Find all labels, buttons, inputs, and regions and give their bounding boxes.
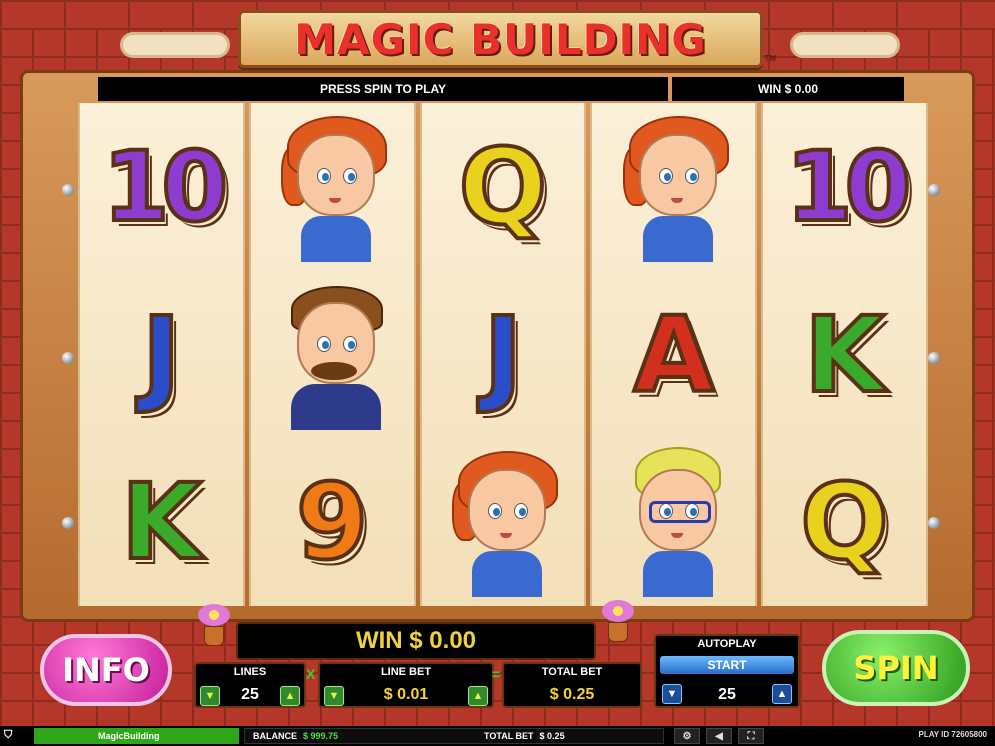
symbol-k: K [119,461,204,584]
symbol-cell: 10 [763,103,926,271]
lines-label: LINES [233,666,267,678]
line-bet-control: LINE BET ▼ $ 0.01 ▲ [318,662,494,708]
symbol-q: Q [457,125,549,248]
girl-character-symbol [609,112,739,262]
flower-pot-icon [194,604,234,648]
symbol-cell [251,271,414,439]
lines-control: LINES ▼ 25 ▲ [194,662,306,708]
boy-character-symbol [609,447,739,598]
trademark-mark: TM [764,54,776,63]
symbol-cell: 10 [80,103,243,271]
multiply-operator: X [306,666,316,682]
play-id: PLAY ID 72605800 [918,730,988,739]
symbol-cell: K [80,438,243,606]
bolt-icon [62,184,74,196]
autoplay-start-button[interactable]: START [660,656,794,674]
symbol-cell: J [80,271,243,439]
total-bet-value: $ 0.25 [549,686,595,703]
status-total-bet-value: $ 0.25 [539,731,565,741]
balance-bar: BALANCE $ 999.75 TOTAL BET $ 0.25 [244,728,664,744]
sound-speaker-icon[interactable]: ◀ [706,728,732,744]
total-bet-display: TOTAL BET $ 0.25 [502,662,642,708]
symbol-cell: 9 [251,438,414,606]
symbol-cell [422,438,585,606]
girl-character-symbol [438,447,568,598]
symbol-a: A [632,293,716,416]
title-scroll-right-ornament [790,32,900,58]
game-title-plate: MAGIC BUILDING TM [238,10,776,68]
fullscreen-icon[interactable]: ⛶ [738,728,764,744]
symbol-cell [592,438,755,606]
bolt-icon [928,517,940,529]
spin-button[interactable]: SPIN [822,630,970,706]
balance-value: $ 999.75 [303,731,339,741]
girl-character-symbol [267,112,397,262]
equals-operator: = [492,666,501,682]
man-character-symbol [267,280,397,430]
autoplay-label: AUTOPLAY [697,638,757,650]
symbol-cell: J [422,271,585,439]
reels-area: 10 J K 9 Q J A 10 K Q [78,103,928,606]
game-name-tab[interactable]: MagicBuilding [34,728,239,744]
symbol-ten: 10 [784,130,914,243]
symbol-nine: 9 [294,461,370,584]
bolt-icon [928,352,940,364]
symbol-j: J [482,293,525,416]
win-message-bar: WIN $ 0.00 [672,77,904,101]
reel-2: 9 [248,103,416,606]
symbol-cell: Q [763,438,926,606]
symbol-ten: 10 [101,130,231,243]
balance-label: BALANCE [253,731,297,741]
symbol-k: K [802,293,887,416]
symbol-cell [251,103,414,271]
symbol-cell [592,103,755,271]
reel-5: 10 K Q [761,103,928,606]
game-title: MAGIC BUILDING [294,14,707,64]
bolt-icon [62,517,74,529]
win-display: WIN $ 0.00 [236,622,596,660]
info-button[interactable]: INFO [40,634,172,706]
reel-4: A [590,103,758,606]
flower-pot-icon [598,600,638,644]
status-total-bet-label: TOTAL BET [484,731,534,741]
line-bet-value: $ 0.01 [383,686,429,703]
symbol-j: J [140,293,183,416]
shield-logo-icon: ⛉ [4,729,13,741]
line-bet-label: LINE BET [380,666,432,678]
symbol-q: Q [798,461,890,584]
reel-3: Q J [419,103,587,606]
title-scroll-left-ornament [120,32,230,58]
symbol-cell: A [592,271,755,439]
reel-1: 10 J K [78,103,245,606]
bolt-icon [928,184,940,196]
autoplay-control: AUTOPLAY START ▼ 25 ▲ [654,634,800,708]
autoplay-increase-arrow-icon[interactable]: ▲ [772,684,792,704]
line-bet-increase-arrow-icon[interactable]: ▲ [468,686,488,706]
total-bet-label: TOTAL BET [541,666,603,678]
lines-increase-arrow-icon[interactable]: ▲ [280,686,300,706]
symbol-cell: Q [422,103,585,271]
symbol-cell: K [763,271,926,439]
bolt-icon [62,352,74,364]
status-bar: ⛉ MagicBuilding BALANCE $ 999.75 TOTAL B… [0,726,995,746]
message-bar: PRESS SPIN TO PLAY [98,77,668,101]
settings-gear-icon[interactable]: ⚙ [674,728,700,744]
